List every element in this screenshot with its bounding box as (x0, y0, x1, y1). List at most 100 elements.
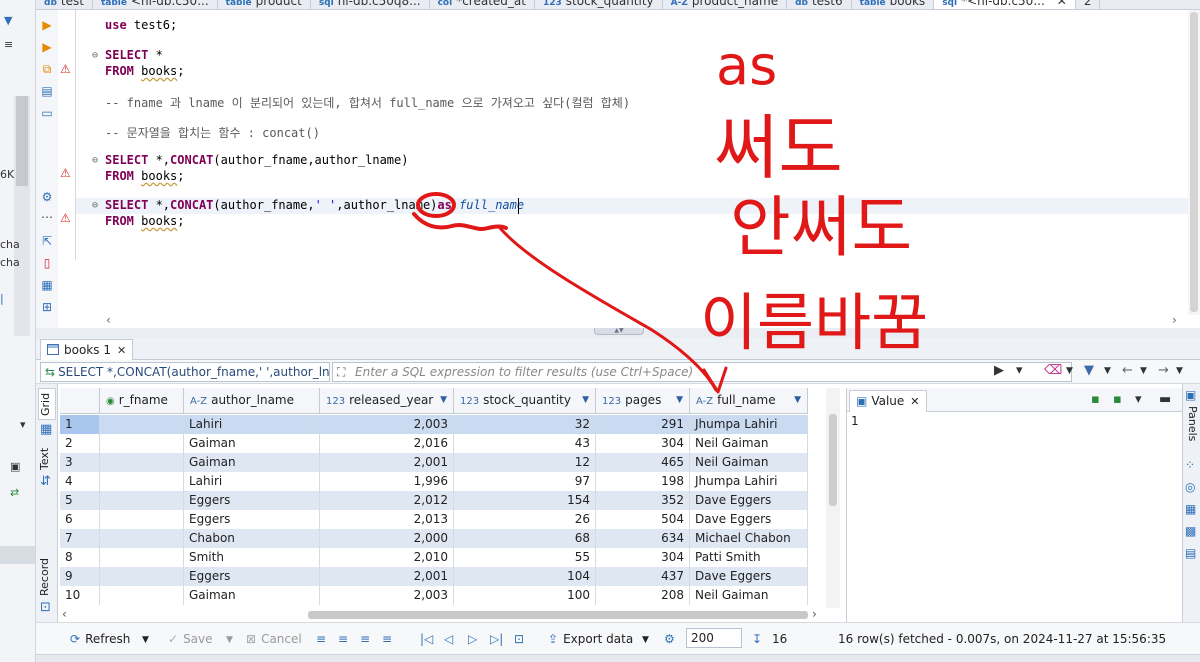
table-cell-fname[interactable] (100, 415, 184, 434)
sort-dropdown-icon[interactable]: ▼ (440, 388, 447, 412)
table-row[interactable]: 2 Gaiman 2,016 43 304 Neil Gaiman (60, 434, 808, 453)
editor-tab-9[interactable]: sql *<nl-db.c50... ✕ (934, 0, 1076, 9)
editor-vertical-scrollbar[interactable] (1188, 10, 1200, 315)
table-row[interactable]: 7 Chabon 2,000 68 634 Michael Chabon (60, 529, 808, 548)
editor-tab-4[interactable]: col *created_at (430, 0, 535, 9)
export-dropdown-icon[interactable]: ▼ (642, 635, 649, 645)
row-number-cell[interactable]: 6 (60, 510, 100, 529)
editor-tab-10[interactable]: 2 (1076, 0, 1101, 9)
filter-history-dropdown-icon[interactable]: ▾ (1016, 363, 1023, 378)
table-cell-lname[interactable]: Lahiri (184, 472, 320, 491)
chevron-down-icon[interactable]: ▼ (1066, 366, 1073, 376)
expand-icon[interactable]: ⛶ (337, 363, 345, 381)
row-number-cell[interactable]: 9 (60, 567, 100, 586)
editor-tab-6[interactable]: A-Z product_name (663, 0, 788, 9)
table-cell-lname[interactable]: Gaiman (184, 434, 320, 453)
table-cell-lname[interactable]: Lahiri (184, 415, 320, 434)
back-arrow-icon[interactable]: ← (1122, 363, 1133, 378)
grid-scroll-thumb[interactable] (829, 414, 837, 506)
sort-dropdown-icon[interactable]: ▼ (582, 388, 589, 412)
tab-books-1[interactable]: books 1 ✕ (40, 339, 134, 360)
record-icon[interactable]: ⊡ (40, 600, 51, 615)
save-button[interactable]: ✓ Save (168, 632, 213, 646)
table-cell-pages[interactable]: 208 (596, 586, 690, 605)
refresh-dropdown-icon[interactable]: ▼ (142, 635, 149, 645)
copy-row-icon[interactable]: ≡ (360, 632, 375, 646)
column-header-stock-quantity[interactable]: 123 stock_quantity ▼ (454, 388, 596, 414)
table-row[interactable]: 6 Eggers 2,013 26 504 Dave Eggers (60, 510, 808, 529)
table-row[interactable]: 8 Smith 2,010 55 304 Patti Smith (60, 548, 808, 567)
editor-tab-3[interactable]: sql nl-db.c50q8... (311, 0, 430, 9)
table-cell-full[interactable]: Dave Eggers (690, 491, 808, 510)
table-cell-pages[interactable]: 634 (596, 529, 690, 548)
table-cell-pages[interactable]: 304 (596, 548, 690, 567)
table-row[interactable]: 4 Lahiri 1,996 97 198 Jhumpa Lahiri (60, 472, 808, 491)
references-icon[interactable]: ◎ (1185, 480, 1195, 494)
window-icon[interactable]: ▣ (10, 460, 20, 473)
apply-filter-icon[interactable]: ▶ (994, 363, 1004, 378)
sql-editor[interactable]: use test6; ⊖ SELECT * FROM books; -- fna… (76, 10, 1200, 315)
sort-dropdown-icon[interactable]: ▼ (794, 388, 801, 412)
row-number-cell[interactable]: 5 (60, 491, 100, 510)
table-cell-year[interactable]: 2,003 (320, 415, 454, 434)
table-cell-stock[interactable]: 68 (454, 529, 596, 548)
chevron-down-icon[interactable]: ▼ (1176, 366, 1183, 376)
export-script-icon[interactable]: ⇱ (40, 234, 54, 248)
fetch-all-icon[interactable]: ⊡ (514, 632, 529, 646)
navigator-scroll-thumb[interactable] (16, 96, 28, 186)
fold-toggle-icon[interactable]: ⊖ (92, 50, 98, 61)
editor-tab-5[interactable]: 123 stock_quantity (535, 0, 663, 9)
table-cell-lname[interactable]: Chabon (184, 529, 320, 548)
table-cell-lname[interactable]: Eggers (184, 491, 320, 510)
table-row[interactable]: 10 Gaiman 2,003 100 208 Neil Gaiman (60, 586, 808, 605)
table-cell-stock[interactable]: 32 (454, 415, 596, 434)
save-to-file-icon[interactable]: ▪ (1113, 392, 1122, 407)
navigator-selected-row[interactable] (0, 546, 35, 564)
panels-icon[interactable]: ▣ (1185, 388, 1196, 402)
execute-statement-icon[interactable]: ▶ (40, 18, 54, 32)
calc-icon[interactable]: ▩ (1185, 524, 1196, 538)
table-cell-stock[interactable]: 100 (454, 586, 596, 605)
table-cell-pages[interactable]: 304 (596, 434, 690, 453)
delete-row-icon[interactable]: ≡ (382, 632, 397, 646)
table-cell-year[interactable]: 2,013 (320, 510, 454, 529)
query-text-field[interactable]: ⇆ SELECT *,CONCAT(author_fname,' ',author… (40, 362, 330, 382)
table-row[interactable]: 9 Eggers 2,001 104 437 Dave Eggers (60, 567, 808, 586)
console-icon[interactable]: ▭ (40, 106, 54, 120)
editor-tab-1[interactable]: table <nl-db.c50... (93, 0, 218, 9)
table-cell-pages[interactable]: 437 (596, 567, 690, 586)
forward-arrow-icon[interactable]: → (1158, 363, 1169, 378)
table-cell-stock[interactable]: 26 (454, 510, 596, 529)
layout-icon[interactable]: ▤ (1185, 546, 1196, 560)
row-number-cell[interactable]: 4 (60, 472, 100, 491)
clear-filter-icon[interactable]: ⌫ (1044, 363, 1062, 378)
table-cell-full[interactable]: Neil Gaiman (690, 453, 808, 472)
table-cell-fname[interactable] (100, 453, 184, 472)
table-cell-fname[interactable] (100, 491, 184, 510)
save-dropdown-icon[interactable]: ▼ (226, 635, 233, 645)
table-cell-pages[interactable]: 504 (596, 510, 690, 529)
refresh-button[interactable]: ⟳ Refresh (70, 632, 130, 646)
table-cell-year[interactable]: 2,000 (320, 529, 454, 548)
row-number-cell[interactable]: 7 (60, 529, 100, 548)
column-header-author-lname[interactable]: A-Z author_lname (184, 388, 320, 414)
fetch-size-input[interactable]: 200 (686, 628, 742, 648)
table-cell-year[interactable]: 2,001 (320, 567, 454, 586)
tab-value[interactable]: ▣ Value ✕ (849, 390, 927, 412)
more-icon[interactable]: ⋯ (40, 210, 54, 224)
column-header-fname[interactable]: ◉ r_fname (100, 388, 184, 414)
column-header-full-name[interactable]: A-Z full_name ▼ (690, 388, 808, 414)
tab-record[interactable]: Record (38, 554, 56, 600)
scroll-right-arrow-icon[interactable]: › (812, 607, 817, 621)
fetch-settings-gear-icon[interactable]: ⚙ (664, 632, 680, 646)
table-cell-full[interactable]: Michael Chabon (690, 529, 808, 548)
grid-vertical-scrollbar[interactable] (826, 388, 840, 608)
grid-horizontal-scrollbar[interactable]: ‹ › (60, 607, 826, 622)
row-number-cell[interactable]: 8 (60, 548, 100, 567)
link-icon[interactable]: ⇄ (10, 486, 19, 499)
table-cell-stock[interactable]: 154 (454, 491, 596, 510)
tab-grid[interactable]: Grid (38, 388, 56, 420)
row-count-icon[interactable]: ↧ (752, 632, 767, 646)
table-cell-fname[interactable] (100, 567, 184, 586)
sort-dropdown-icon[interactable]: ▼ (676, 388, 683, 412)
